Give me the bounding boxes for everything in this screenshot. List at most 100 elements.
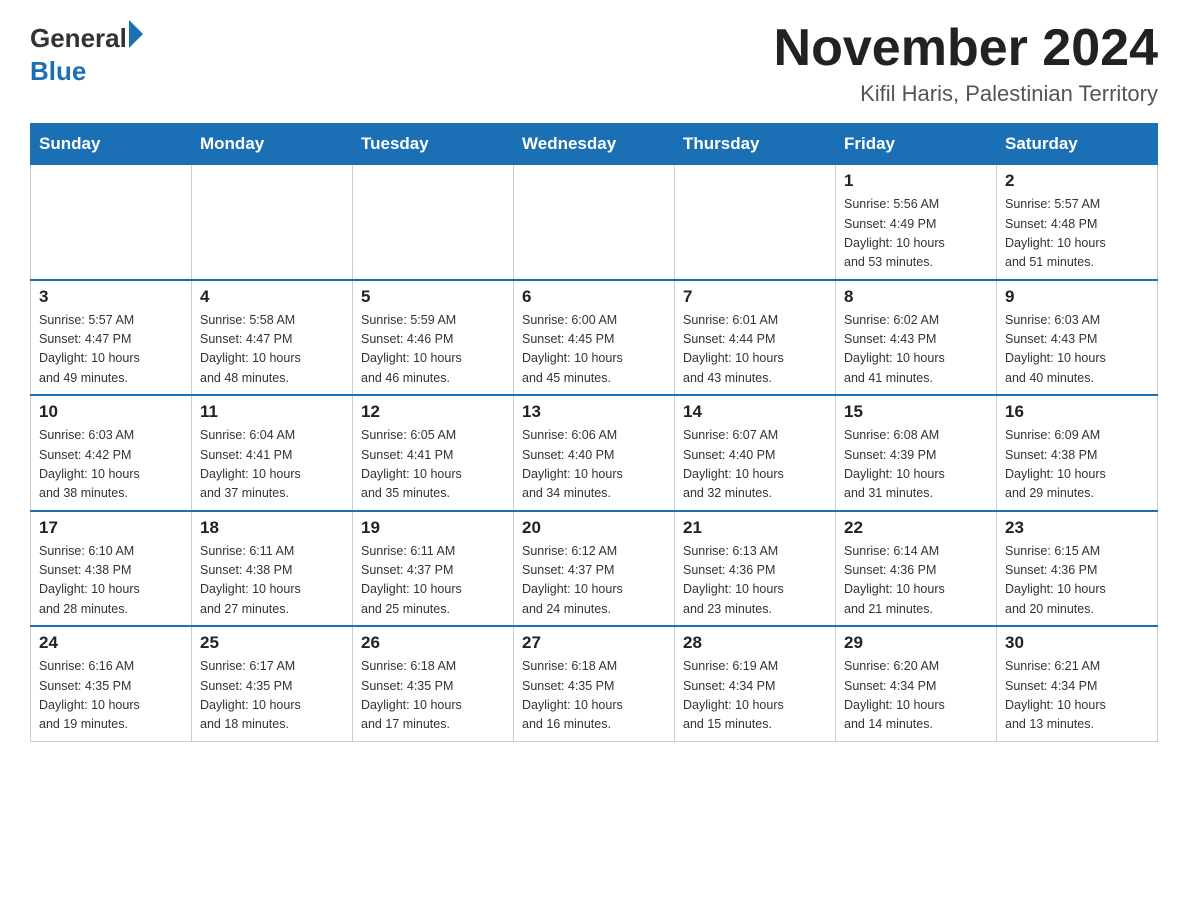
day-info: Sunrise: 6:18 AM Sunset: 4:35 PM Dayligh… — [522, 657, 666, 735]
day-number: 12 — [361, 402, 505, 422]
day-number: 10 — [39, 402, 183, 422]
day-number: 5 — [361, 287, 505, 307]
calendar-cell — [514, 165, 675, 280]
calendar-cell: 24 Sunrise: 6:16 AM Sunset: 4:35 PM Dayli… — [31, 626, 192, 741]
day-info: Sunrise: 5:58 AM Sunset: 4:47 PM Dayligh… — [200, 311, 344, 389]
day-number: 28 — [683, 633, 827, 653]
day-number: 21 — [683, 518, 827, 538]
day-number: 18 — [200, 518, 344, 538]
calendar-cell: 10 Sunrise: 6:03 AM Sunset: 4:42 PM Dayli… — [31, 395, 192, 511]
day-number: 6 — [522, 287, 666, 307]
column-header-wednesday: Wednesday — [514, 124, 675, 165]
day-number: 1 — [844, 171, 988, 191]
calendar-week-row: 17 Sunrise: 6:10 AM Sunset: 4:38 PM Dayli… — [31, 511, 1158, 627]
day-number: 8 — [844, 287, 988, 307]
day-info: Sunrise: 6:11 AM Sunset: 4:38 PM Dayligh… — [200, 542, 344, 620]
calendar-week-row: 10 Sunrise: 6:03 AM Sunset: 4:42 PM Dayli… — [31, 395, 1158, 511]
day-number: 2 — [1005, 171, 1149, 191]
calendar-cell: 1Sunrise: 5:56 AM Sunset: 4:49 PM Daylig… — [836, 165, 997, 280]
day-info: Sunrise: 6:18 AM Sunset: 4:35 PM Dayligh… — [361, 657, 505, 735]
calendar-cell: 5 Sunrise: 5:59 AM Sunset: 4:46 PM Daylig… — [353, 280, 514, 396]
day-number: 9 — [1005, 287, 1149, 307]
day-number: 30 — [1005, 633, 1149, 653]
day-number: 19 — [361, 518, 505, 538]
day-info: Sunrise: 6:02 AM Sunset: 4:43 PM Dayligh… — [844, 311, 988, 389]
calendar-week-row: 24 Sunrise: 6:16 AM Sunset: 4:35 PM Dayli… — [31, 626, 1158, 741]
day-info: Sunrise: 6:16 AM Sunset: 4:35 PM Dayligh… — [39, 657, 183, 735]
column-header-sunday: Sunday — [31, 124, 192, 165]
calendar-cell: 30Sunrise: 6:21 AM Sunset: 4:34 PM Dayli… — [997, 626, 1158, 741]
calendar-cell — [31, 165, 192, 280]
day-info: Sunrise: 6:17 AM Sunset: 4:35 PM Dayligh… — [200, 657, 344, 735]
day-number: 3 — [39, 287, 183, 307]
day-info: Sunrise: 5:59 AM Sunset: 4:46 PM Dayligh… — [361, 311, 505, 389]
calendar-cell: 13Sunrise: 6:06 AM Sunset: 4:40 PM Dayli… — [514, 395, 675, 511]
calendar-cell: 12 Sunrise: 6:05 AM Sunset: 4:41 PM Dayli… — [353, 395, 514, 511]
day-info: Sunrise: 6:05 AM Sunset: 4:41 PM Dayligh… — [361, 426, 505, 504]
calendar-cell: 29Sunrise: 6:20 AM Sunset: 4:34 PM Dayli… — [836, 626, 997, 741]
day-info: Sunrise: 6:08 AM Sunset: 4:39 PM Dayligh… — [844, 426, 988, 504]
logo: General Blue — [30, 20, 143, 87]
day-number: 29 — [844, 633, 988, 653]
day-number: 17 — [39, 518, 183, 538]
calendar-cell: 26 Sunrise: 6:18 AM Sunset: 4:35 PM Dayli… — [353, 626, 514, 741]
location-title: Kifil Haris, Palestinian Territory — [774, 81, 1158, 107]
day-number: 20 — [522, 518, 666, 538]
day-info: Sunrise: 6:10 AM Sunset: 4:38 PM Dayligh… — [39, 542, 183, 620]
calendar-cell: 9 Sunrise: 6:03 AM Sunset: 4:43 PM Daylig… — [997, 280, 1158, 396]
page-header: General Blue November 2024 Kifil Haris, … — [30, 20, 1158, 107]
column-header-friday: Friday — [836, 124, 997, 165]
calendar-cell — [353, 165, 514, 280]
day-info: Sunrise: 6:14 AM Sunset: 4:36 PM Dayligh… — [844, 542, 988, 620]
calendar-cell: 18 Sunrise: 6:11 AM Sunset: 4:38 PM Dayli… — [192, 511, 353, 627]
calendar-cell: 19Sunrise: 6:11 AM Sunset: 4:37 PM Dayli… — [353, 511, 514, 627]
column-header-tuesday: Tuesday — [353, 124, 514, 165]
calendar-cell: 8 Sunrise: 6:02 AM Sunset: 4:43 PM Daylig… — [836, 280, 997, 396]
calendar-cell: 6 Sunrise: 6:00 AM Sunset: 4:45 PM Daylig… — [514, 280, 675, 396]
day-number: 23 — [1005, 518, 1149, 538]
day-number: 16 — [1005, 402, 1149, 422]
day-number: 7 — [683, 287, 827, 307]
calendar-cell: 2 Sunrise: 5:57 AM Sunset: 4:48 PM Daylig… — [997, 165, 1158, 280]
day-info: Sunrise: 6:07 AM Sunset: 4:40 PM Dayligh… — [683, 426, 827, 504]
calendar-cell: 23 Sunrise: 6:15 AM Sunset: 4:36 PM Dayli… — [997, 511, 1158, 627]
calendar-table: SundayMondayTuesdayWednesdayThursdayFrid… — [30, 123, 1158, 742]
calendar-header-row: SundayMondayTuesdayWednesdayThursdayFrid… — [31, 124, 1158, 165]
month-title: November 2024 — [774, 20, 1158, 77]
day-info: Sunrise: 6:03 AM Sunset: 4:43 PM Dayligh… — [1005, 311, 1149, 389]
calendar-cell: 27 Sunrise: 6:18 AM Sunset: 4:35 PM Dayli… — [514, 626, 675, 741]
calendar-cell: 7 Sunrise: 6:01 AM Sunset: 4:44 PM Daylig… — [675, 280, 836, 396]
day-info: Sunrise: 6:15 AM Sunset: 4:36 PM Dayligh… — [1005, 542, 1149, 620]
logo-general: General — [30, 23, 127, 54]
day-info: Sunrise: 6:04 AM Sunset: 4:41 PM Dayligh… — [200, 426, 344, 504]
calendar-cell: 22 Sunrise: 6:14 AM Sunset: 4:36 PM Dayli… — [836, 511, 997, 627]
calendar-cell: 11 Sunrise: 6:04 AM Sunset: 4:41 PM Dayli… — [192, 395, 353, 511]
calendar-cell: 15Sunrise: 6:08 AM Sunset: 4:39 PM Dayli… — [836, 395, 997, 511]
day-number: 26 — [361, 633, 505, 653]
day-info: Sunrise: 6:12 AM Sunset: 4:37 PM Dayligh… — [522, 542, 666, 620]
day-number: 27 — [522, 633, 666, 653]
calendar-cell: 28 Sunrise: 6:19 AM Sunset: 4:34 PM Dayli… — [675, 626, 836, 741]
day-number: 4 — [200, 287, 344, 307]
logo-triangle-icon — [129, 20, 143, 48]
day-number: 25 — [200, 633, 344, 653]
day-info: Sunrise: 6:00 AM Sunset: 4:45 PM Dayligh… — [522, 311, 666, 389]
day-info: Sunrise: 5:57 AM Sunset: 4:48 PM Dayligh… — [1005, 195, 1149, 273]
day-number: 11 — [200, 402, 344, 422]
calendar-cell: 21Sunrise: 6:13 AM Sunset: 4:36 PM Dayli… — [675, 511, 836, 627]
day-number: 14 — [683, 402, 827, 422]
calendar-cell: 20 Sunrise: 6:12 AM Sunset: 4:37 PM Dayli… — [514, 511, 675, 627]
logo-blue: Blue — [30, 56, 86, 87]
day-number: 24 — [39, 633, 183, 653]
calendar-cell — [675, 165, 836, 280]
day-info: Sunrise: 6:01 AM Sunset: 4:44 PM Dayligh… — [683, 311, 827, 389]
day-info: Sunrise: 6:03 AM Sunset: 4:42 PM Dayligh… — [39, 426, 183, 504]
day-info: Sunrise: 6:19 AM Sunset: 4:34 PM Dayligh… — [683, 657, 827, 735]
calendar-cell: 16Sunrise: 6:09 AM Sunset: 4:38 PM Dayli… — [997, 395, 1158, 511]
day-number: 22 — [844, 518, 988, 538]
calendar-cell: 25 Sunrise: 6:17 AM Sunset: 4:35 PM Dayli… — [192, 626, 353, 741]
calendar-cell: 17 Sunrise: 6:10 AM Sunset: 4:38 PM Dayli… — [31, 511, 192, 627]
calendar-cell — [192, 165, 353, 280]
column-header-monday: Monday — [192, 124, 353, 165]
calendar-week-row: 3Sunrise: 5:57 AM Sunset: 4:47 PM Daylig… — [31, 280, 1158, 396]
